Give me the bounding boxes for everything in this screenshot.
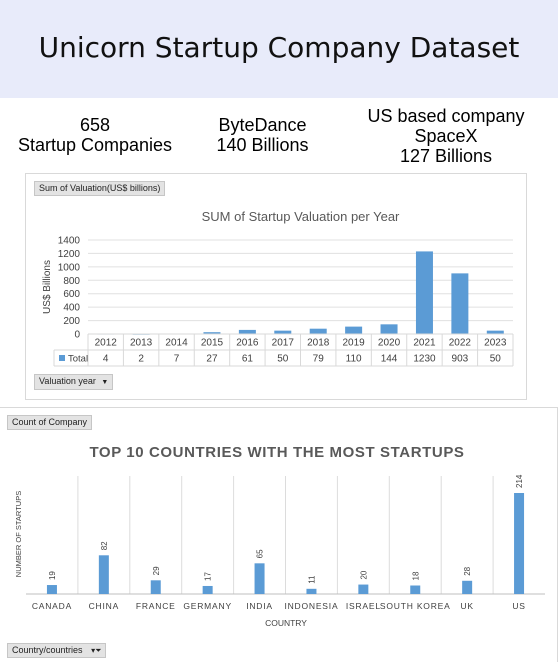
table-value: 27 <box>206 354 218 365</box>
table-value: 110 <box>346 354 362 365</box>
x-tick-label: UK <box>460 601 473 611</box>
x-tick-label: 2023 <box>484 338 507 349</box>
x-tick-label: 2018 <box>307 338 330 349</box>
x-tick-label: CHINA <box>89 601 119 611</box>
stat-startup-count: 658 Startup Companies <box>10 115 180 155</box>
stat-top-company: ByteDance 140 Billions <box>195 115 330 155</box>
bar-indonesia <box>306 588 317 594</box>
bar-uk <box>462 580 473 594</box>
data-label: 17 <box>204 572 213 581</box>
valuation-chart: SUM of Startup Valuation per Year US$ Bil… <box>42 209 514 367</box>
filter-icon: ▾⏷ <box>91 646 102 655</box>
stat-us-company: US based company SpaceX 127 Billions <box>355 106 537 166</box>
data-label: 214 <box>515 474 524 488</box>
x-tick-label: CANADA <box>32 601 72 611</box>
x-tick-label: 2020 <box>378 338 401 349</box>
bar-2022 <box>451 273 469 334</box>
stat-label: Startup Companies <box>17 135 173 155</box>
x-tick-label: SOUTH KOREA <box>380 601 451 611</box>
table-value: 144 <box>381 354 398 365</box>
page-title: Unicorn Startup Company Dataset <box>38 31 520 64</box>
y-axis-label: US$ Billions <box>42 260 53 314</box>
table-value: 1230 <box>413 354 436 365</box>
bar-2016 <box>238 329 256 334</box>
dropdown-arrow-icon: ▼ <box>101 379 109 386</box>
data-label: 29 <box>152 566 161 575</box>
axis-field-button[interactable]: Valuation year ▼ <box>34 374 114 390</box>
bar-france <box>150 580 161 594</box>
data-label: 19 <box>48 571 57 580</box>
y-tick-label: 600 <box>63 289 80 300</box>
data-label: 82 <box>100 541 109 550</box>
table-value: 2 <box>138 354 144 365</box>
x-tick-label: 2012 <box>95 338 118 349</box>
bar-2017 <box>274 330 292 334</box>
bar-israel <box>358 584 369 594</box>
table-value: 61 <box>242 354 254 365</box>
axis-field-label: Valuation year <box>39 376 96 386</box>
y-tick-label: 400 <box>63 303 80 314</box>
x-tick-label: FRANCE <box>136 601 176 611</box>
y-tick-label: 800 <box>63 276 80 287</box>
countries-chart: TOP 10 COUNTRIES WITH THE MOST STARTUPS N… <box>14 444 545 628</box>
x-tick-label: 2019 <box>343 338 366 349</box>
bar-china <box>98 555 109 594</box>
data-label: 18 <box>411 571 420 580</box>
x-tick-label: ISRAEL <box>346 601 381 611</box>
data-label: 20 <box>359 570 368 579</box>
bar-canada <box>46 585 57 594</box>
axis-field-button[interactable]: Country/countries ▾⏷ <box>7 643 107 658</box>
countries-chart-panel: Count of Company TOP 10 COUNTRIES WITH T… <box>0 407 558 662</box>
bar-south-korea <box>410 585 421 594</box>
bar-india <box>254 563 265 594</box>
x-tick-label: GERMANY <box>183 601 232 611</box>
chart-title: SUM of Startup Valuation per Year <box>202 209 400 224</box>
stat-company: SpaceX <box>414 126 478 146</box>
table-value: 50 <box>490 354 502 365</box>
y-tick-label: 1000 <box>58 262 81 273</box>
bar-us <box>514 493 525 594</box>
y-tick-label: 0 <box>74 330 80 341</box>
bar-2021 <box>415 251 433 334</box>
legend-swatch <box>59 355 65 361</box>
axis-field-label: Country/countries <box>12 645 83 655</box>
table-value: 903 <box>452 354 469 365</box>
stat-label: US based company <box>367 106 525 126</box>
x-tick-label: 2021 <box>413 338 436 349</box>
bar-germany <box>202 585 213 594</box>
x-tick-label: INDIA <box>246 601 273 611</box>
y-tick-label: 1200 <box>58 249 81 260</box>
x-tick-label: INDONESIA <box>284 601 338 611</box>
table-value: 79 <box>313 354 325 365</box>
x-tick-label: 2014 <box>165 338 188 349</box>
y-tick-label: 200 <box>63 316 80 327</box>
bar-2023 <box>486 330 504 334</box>
bar-2019 <box>345 326 363 334</box>
x-axis-label: COUNTRY <box>265 618 307 628</box>
valuation-chart-panel: Sum of Valuation(US$ billions) SUM of St… <box>25 173 527 400</box>
stat-company: ByteDance <box>218 115 307 135</box>
header-banner: Unicorn Startup Company Dataset <box>0 0 558 98</box>
chart-title: TOP 10 COUNTRIES WITH THE MOST STARTUPS <box>89 444 464 461</box>
bar-2020 <box>380 324 398 334</box>
stat-value: 127 Billions <box>399 146 493 166</box>
data-label: 65 <box>256 549 265 558</box>
y-tick-label: 1400 <box>58 236 81 247</box>
data-label: 11 <box>307 575 316 584</box>
stat-value: 658 <box>79 115 111 135</box>
x-tick-label: 2013 <box>130 338 153 349</box>
table-value: 4 <box>103 354 109 365</box>
x-tick-label: 2016 <box>236 338 259 349</box>
data-label: 28 <box>463 566 472 575</box>
x-tick-label: 2017 <box>272 338 295 349</box>
legend-label: Total <box>68 354 88 365</box>
table-value: 50 <box>277 354 289 365</box>
table-value: 7 <box>174 354 180 365</box>
x-tick-label: 2022 <box>449 338 472 349</box>
stat-value: 140 Billions <box>216 135 309 155</box>
bar-2018 <box>309 328 327 334</box>
x-tick-label: 2015 <box>201 338 224 349</box>
x-tick-label: US <box>512 601 525 611</box>
y-axis-label: NUMBER OF STARTUPS <box>14 491 23 577</box>
